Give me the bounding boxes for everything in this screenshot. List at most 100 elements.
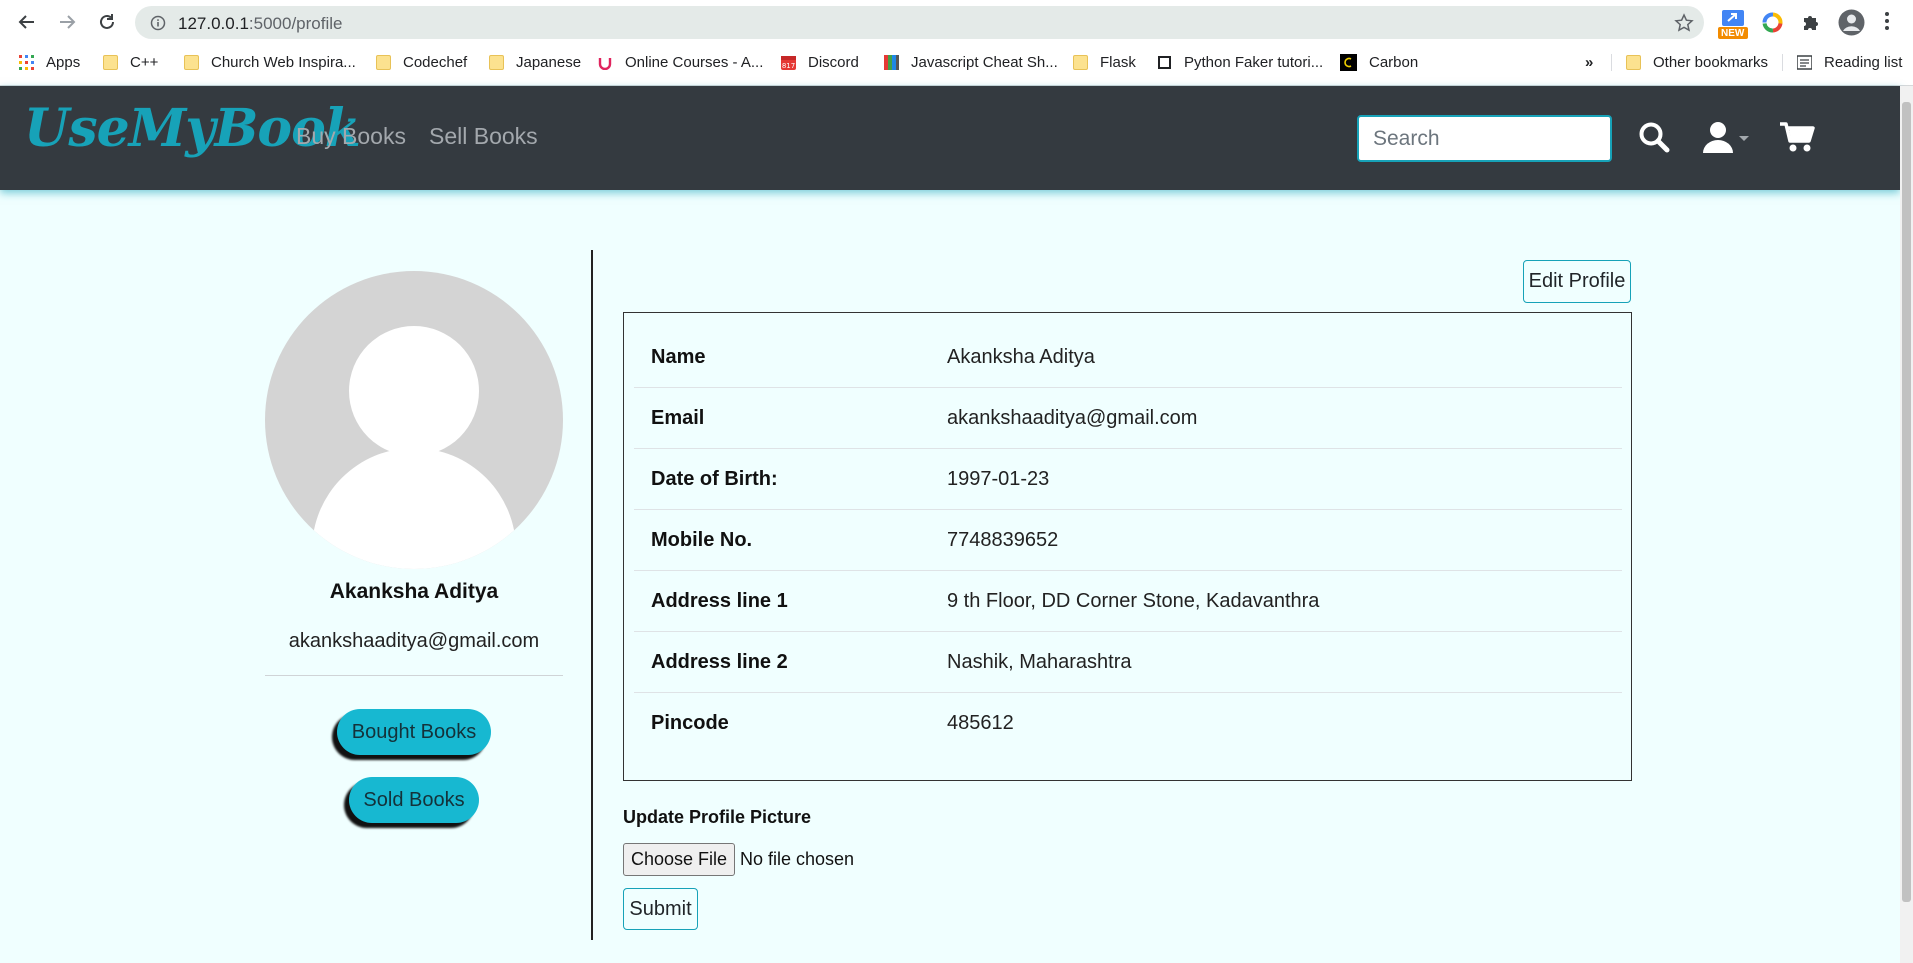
bookmark-javascript[interactable]: Javascript Cheat Sh... <box>884 48 1058 76</box>
bookmark-label: Python Faker tutori... <box>1184 53 1324 71</box>
edit-profile-button[interactable]: Edit Profile <box>1523 260 1631 303</box>
bookmark-label: Church Web Inspira... <box>211 53 356 71</box>
browser-menu-button[interactable] <box>1884 10 1890 37</box>
folder-icon <box>184 54 199 70</box>
profile-details-table: Name Akanksha Aditya Email akankshaadity… <box>623 312 1632 781</box>
bookmark-apps[interactable]: Apps <box>19 48 80 76</box>
calendar-icon: 817 <box>781 55 796 70</box>
avatar-head-shape <box>349 326 479 456</box>
other-bookmarks[interactable]: Other bookmarks <box>1626 48 1768 76</box>
row-value: 9 th Floor, DD Corner Stone, Kadavanthra <box>947 590 1320 612</box>
reading-list[interactable]: Reading list <box>1797 48 1902 76</box>
other-bookmarks-label: Other bookmarks <box>1653 53 1769 71</box>
row-value: 7748839652 <box>947 529 1059 551</box>
bookmark-star-icon[interactable] <box>1674 13 1694 33</box>
bookmark-label: Discord <box>808 53 859 71</box>
bookmarks-separator <box>1611 54 1612 71</box>
extensions-button[interactable] <box>1801 12 1821 37</box>
svg-text:817: 817 <box>782 62 795 70</box>
search-button[interactable] <box>1638 121 1670 158</box>
back-button[interactable] <box>12 7 42 37</box>
table-row: Address line 2 Nashik, Maharashtra <box>634 632 1622 693</box>
avatar-body-shape <box>312 448 516 569</box>
address-bar[interactable]: 127.0.0.1:5000/profile <box>135 6 1704 39</box>
bookmark-label: C++ <box>130 53 159 71</box>
bookmark-codechef[interactable]: Codechef <box>376 48 467 76</box>
bookmarks-separator <box>1782 54 1783 71</box>
nav-sell-books[interactable]: Sell Books <box>429 123 538 150</box>
bookmark-flask[interactable]: Flask <box>1073 48 1136 76</box>
scrollbar-thumb[interactable] <box>1902 102 1911 902</box>
bookmark-discord[interactable]: 817 Discord <box>781 48 859 76</box>
color-wheel-icon <box>1762 12 1783 33</box>
bookmark-online-courses[interactable]: Online Courses - A... <box>598 48 763 76</box>
udemy-icon <box>598 57 612 70</box>
reading-list-label: Reading list <box>1824 53 1903 71</box>
site-info-icon[interactable] <box>150 15 166 31</box>
table-row: Mobile No. 7748839652 <box>634 510 1622 571</box>
row-label: Address line 1 <box>651 590 788 612</box>
search-icon <box>1639 122 1670 153</box>
submit-button[interactable]: Submit <box>623 888 698 930</box>
reading-list-icon <box>1797 54 1812 70</box>
bookmarks-bar: Apps C++ Church Web Inspira... Codechef … <box>0 48 1913 78</box>
user-dropdown[interactable] <box>1703 121 1753 158</box>
extension-color[interactable] <box>1762 12 1783 38</box>
user-icon <box>1703 122 1749 153</box>
nav-buy-books[interactable]: Buy Books <box>296 123 406 150</box>
column-divider <box>591 250 593 940</box>
profile-button[interactable] <box>1838 9 1865 41</box>
row-value: Akanksha Aditya <box>947 346 1095 368</box>
update-picture-label: Update Profile Picture <box>623 807 812 827</box>
row-value: 1997-01-23 <box>947 468 1050 490</box>
folder-icon <box>103 54 118 70</box>
table-row: Address line 1 9 th Floor, DD Corner Sto… <box>634 571 1622 632</box>
page-icon <box>1158 55 1171 69</box>
forward-arrow-icon <box>60 15 76 29</box>
bookmarks-overflow[interactable]: » <box>1585 48 1593 76</box>
reload-button[interactable] <box>92 7 122 37</box>
back-arrow-icon <box>18 15 34 29</box>
bookmark-japanese[interactable]: Japanese <box>489 48 581 76</box>
bought-books-button[interactable]: Bought Books <box>337 709 491 755</box>
divider <box>265 675 563 676</box>
forward-button[interactable] <box>52 7 82 37</box>
choose-file-button[interactable]: Choose File <box>623 843 735 876</box>
account-circle-icon <box>1838 9 1865 36</box>
table-row: Date of Birth: 1997-01-23 <box>634 449 1622 510</box>
bookmark-label: Carbon <box>1369 53 1419 71</box>
row-label: Mobile No. <box>651 529 753 551</box>
kebab-menu-icon <box>1885 12 1889 30</box>
row-label: Email <box>651 407 705 429</box>
search-input[interactable] <box>1357 115 1612 162</box>
url-host: 127.0.0.1 <box>178 14 249 33</box>
profile-email: akankshaaditya@gmail.com <box>288 630 540 652</box>
bookmark-carbon[interactable]: Carbon <box>1340 48 1418 76</box>
bookmark-cpp[interactable]: C++ <box>103 48 158 76</box>
extension-new[interactable]: NEW <box>1718 10 1748 45</box>
reload-icon <box>100 14 114 29</box>
url-path: :5000/profile <box>248 14 343 33</box>
bookmark-label: Flask <box>1100 53 1136 71</box>
folder-icon <box>1073 54 1088 70</box>
sold-books-button[interactable]: Sold Books <box>349 777 479 823</box>
profile-name: Akanksha Aditya <box>329 580 499 603</box>
folder-icon <box>1626 54 1641 70</box>
bookmark-label: Online Courses - A... <box>625 53 764 71</box>
bookmark-python-faker[interactable]: Python Faker tutori... <box>1157 48 1323 76</box>
folder-icon <box>376 54 391 70</box>
table-row: Name Akanksha Aditya <box>634 327 1622 388</box>
site-navbar: UseMyBook Buy Books Sell Books <box>0 86 1900 190</box>
cart-button[interactable] <box>1779 121 1815 158</box>
apps-grid-icon <box>19 54 34 70</box>
table-row: Pincode 485612 <box>634 693 1622 754</box>
overflow-chevron: » <box>1585 53 1594 71</box>
row-label: Address line 2 <box>651 651 788 673</box>
new-badge: NEW <box>1721 28 1745 39</box>
puzzle-icon <box>1804 16 1818 30</box>
book-icon <box>884 54 899 70</box>
row-value: akankshaaditya@gmail.com <box>947 407 1198 429</box>
page-scrollbar[interactable] <box>1900 86 1913 963</box>
bookmark-church-web[interactable]: Church Web Inspira... <box>184 48 356 76</box>
bookmark-label: Japanese <box>516 53 582 71</box>
